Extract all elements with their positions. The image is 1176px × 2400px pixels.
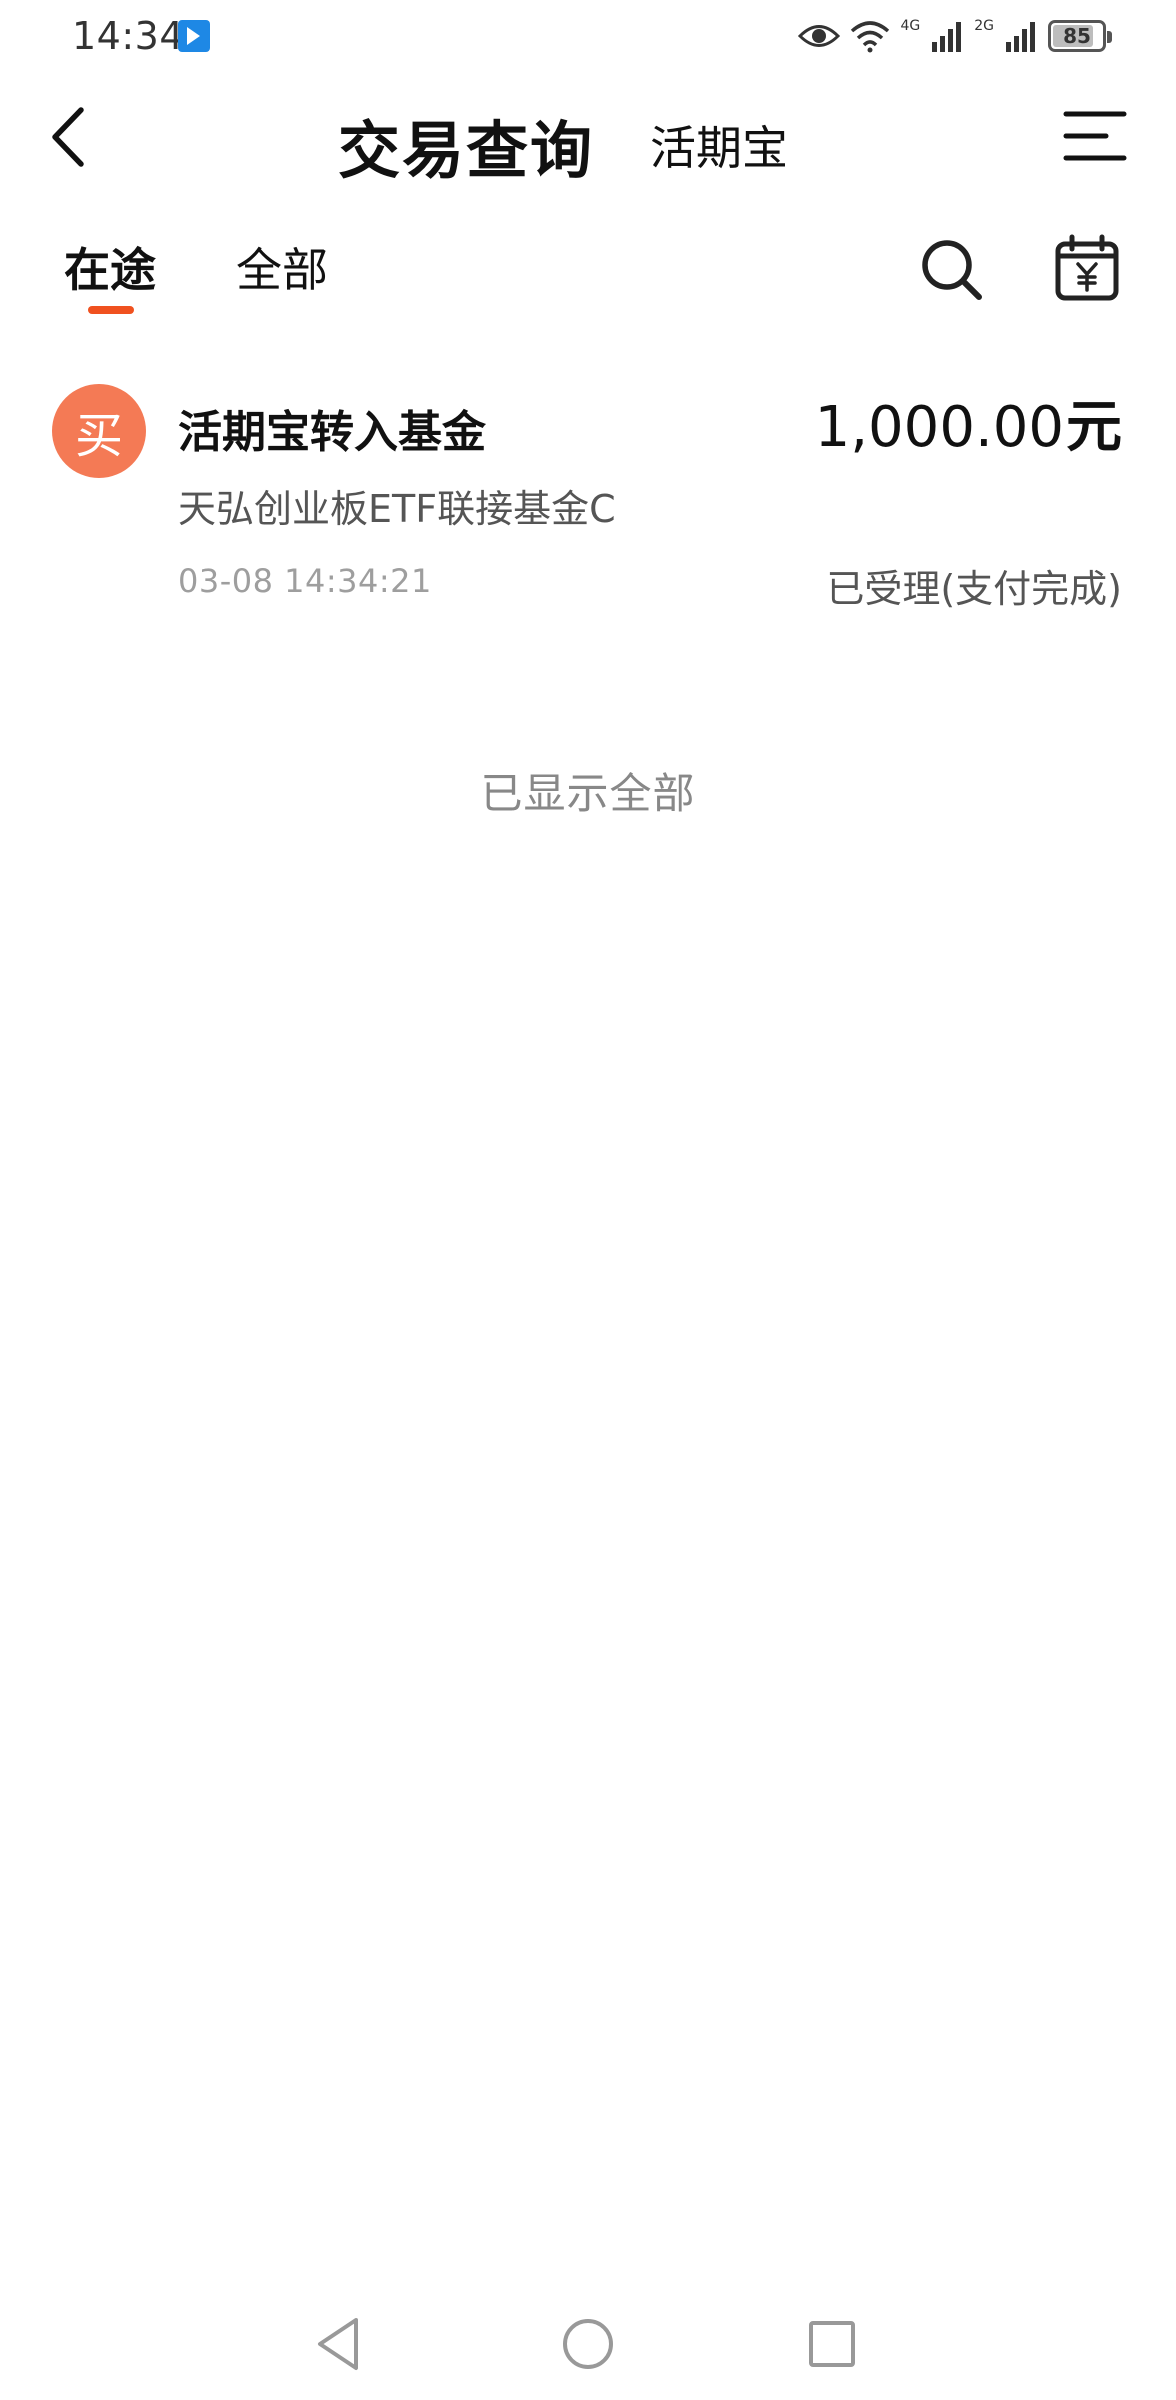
buy-badge: 买	[52, 384, 146, 478]
transaction-status: 已受理(支付完成)	[826, 567, 1122, 611]
nav-recent-button[interactable]	[800, 2312, 864, 2376]
back-button[interactable]	[34, 102, 104, 172]
menu-icon	[1063, 111, 1127, 161]
nav-home-button[interactable]	[556, 2312, 620, 2376]
amount-value: 1,000.00	[814, 395, 1064, 460]
amount-unit: 元	[1066, 395, 1122, 460]
page-title: 交易查询	[338, 114, 595, 187]
signal-icon	[1006, 22, 1035, 52]
tab-all[interactable]: 全部	[236, 234, 328, 300]
back-icon	[52, 107, 84, 167]
transaction-time: 03-08 14:34:21	[178, 562, 432, 600]
menu-button[interactable]	[1062, 106, 1128, 166]
page-subtitle: 活期宝	[650, 121, 788, 175]
all-shown-note: 已显示全部	[480, 769, 696, 818]
calendar-filter-button[interactable]	[1052, 232, 1124, 304]
battery-icon: 85	[1048, 20, 1112, 52]
network-type-2: 2G	[974, 18, 994, 34]
buy-badge-label: 买	[74, 408, 123, 464]
nav-back-button[interactable]	[308, 2312, 372, 2376]
status-icons: 4G 2G 85	[798, 14, 1112, 58]
nav-recent-icon	[809, 2321, 855, 2367]
wifi-icon	[851, 21, 890, 53]
nav-back-icon	[318, 2318, 358, 2370]
nav-home-icon	[563, 2319, 613, 2369]
notification-app-icon	[178, 20, 210, 52]
status-time: 14:34	[72, 14, 185, 58]
search-icon	[922, 240, 982, 300]
header: 交易查询 活期宝	[0, 80, 1176, 200]
signal-icon	[932, 22, 962, 52]
status-bar: 14:34 4G 2G 85	[0, 0, 1176, 72]
battery-level: 85	[1063, 24, 1091, 48]
eye-icon	[798, 25, 841, 47]
tab-in-transit[interactable]: 在途	[64, 234, 156, 300]
system-nav-bar	[0, 2290, 1176, 2400]
fund-name: 天弘创业板ETF联接基金C	[178, 487, 616, 531]
active-tab-indicator	[88, 306, 134, 314]
transaction-amount: 1,000.00 元	[815, 382, 1122, 463]
tabs-bar: 在途 全部	[0, 220, 1176, 320]
calendar-yuan-icon	[1055, 234, 1119, 301]
search-button[interactable]	[916, 234, 988, 306]
transaction-row[interactable]: 买 活期宝转入基金 1,000.00 元 天弘创业板ETF联接基金C 03-08…	[0, 360, 1176, 630]
transaction-title: 活期宝转入基金	[178, 407, 486, 458]
network-type-1: 4G	[900, 18, 921, 34]
